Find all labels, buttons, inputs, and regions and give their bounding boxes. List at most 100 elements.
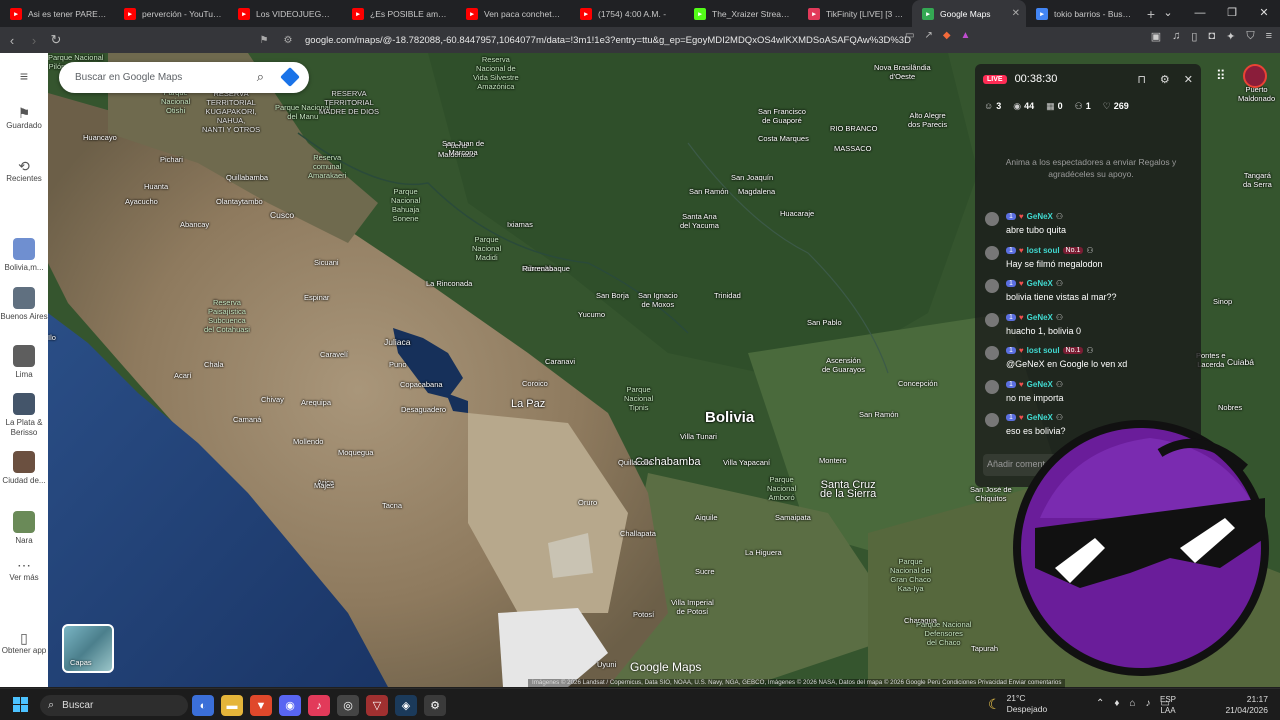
map-label[interactable]: Pichari bbox=[160, 155, 183, 164]
recent-place[interactable]: Ciudad de... bbox=[0, 451, 48, 486]
map-label[interactable]: La Paz bbox=[511, 399, 545, 410]
map-label[interactable]: Chivay bbox=[261, 395, 284, 404]
map-label[interactable]: Yucumo bbox=[578, 310, 605, 319]
map-label[interactable]: Abancay bbox=[180, 220, 209, 229]
map-label[interactable]: Rurrenabaque bbox=[522, 264, 570, 273]
map-label[interactable]: Reserva Nacional de Vida Silvestre Amazónic… bbox=[473, 55, 519, 91]
map-label[interactable]: La Rinconada bbox=[426, 279, 472, 288]
map-label[interactable]: Huacaraje bbox=[780, 209, 814, 218]
map-label[interactable]: Juliaca bbox=[384, 338, 410, 347]
map-label[interactable]: Majes bbox=[314, 481, 334, 490]
map-label[interactable]: San Pablo bbox=[807, 318, 842, 327]
map-label[interactable]: Costa Marques bbox=[758, 134, 809, 143]
map-label[interactable]: Quillacollo bbox=[618, 458, 653, 467]
google-apps-icon[interactable]: ⠿ bbox=[1216, 68, 1226, 84]
user-avatar[interactable] bbox=[985, 212, 999, 226]
map-label[interactable]: RESERVA TERRITORIAL MADRE DE DIOS bbox=[319, 89, 379, 116]
map-label[interactable]: Parque Nacional Tipnis bbox=[624, 385, 653, 412]
moderator-icon[interactable]: ⚇ bbox=[1056, 380, 1063, 389]
chat-username[interactable]: GeNeX bbox=[1027, 313, 1053, 322]
reload-icon[interactable]: ↻ bbox=[46, 32, 66, 48]
screenshot-icon[interactable]: ▣ bbox=[1151, 30, 1161, 43]
map-label[interactable]: Montero bbox=[819, 456, 847, 465]
microphone-icon[interactable]: ♦ bbox=[1114, 698, 1119, 709]
map-label[interactable]: Reserva Paisajística Subcuenca del Cotahuas… bbox=[204, 298, 250, 334]
map-label[interactable]: Aiquile bbox=[695, 513, 718, 522]
recent-place[interactable]: Nara bbox=[0, 511, 48, 546]
wallet-icon[interactable]: ◘ bbox=[1208, 30, 1215, 43]
search-icon[interactable]: ⌕ bbox=[257, 69, 264, 85]
moderator-icon[interactable]: ⚇ bbox=[1056, 212, 1063, 221]
brave-shields-icon[interactable]: ◆ bbox=[943, 30, 951, 41]
close-icon[interactable]: ✕ bbox=[1184, 73, 1193, 86]
recent-place[interactable]: La Plata & Berisso bbox=[0, 393, 48, 438]
user-avatar[interactable] bbox=[985, 279, 999, 293]
map-label[interactable]: Ayacucho bbox=[125, 197, 158, 206]
file-explorer-icon[interactable]: ▬ bbox=[221, 695, 243, 716]
map-label[interactable]: San Francisco de Guaporé bbox=[758, 107, 806, 125]
moderator-icon[interactable]: ⚇ bbox=[1056, 313, 1063, 322]
browser-tab[interactable]: ▸ ¿Es POSIBLE amar en la bbox=[342, 0, 456, 27]
map-label[interactable]: RIO BRANCO bbox=[830, 124, 878, 133]
lock-icon[interactable]: ⊓ bbox=[1137, 73, 1146, 86]
user-avatar[interactable] bbox=[985, 379, 999, 394]
vpn-icon[interactable]: ▽ bbox=[366, 695, 388, 716]
menu-icon[interactable]: ≡ bbox=[1266, 30, 1272, 43]
map-attribution[interactable]: Imágenes © 2026 Landsat / Copernicus, Da… bbox=[528, 679, 1066, 688]
windows-start-icon[interactable] bbox=[13, 697, 28, 712]
gear-icon[interactable]: ⚙ bbox=[1160, 73, 1170, 86]
copilot-icon[interactable]: ◐ bbox=[192, 695, 214, 716]
account-avatar[interactable] bbox=[1243, 64, 1267, 88]
moderator-icon[interactable]: ⚇ bbox=[1086, 346, 1093, 355]
obs-icon[interactable]: ◎ bbox=[337, 695, 359, 716]
get-app-button[interactable]: ▯ Obtener app bbox=[0, 631, 48, 656]
map-label[interactable]: San Ramón bbox=[859, 410, 899, 419]
map-label[interactable]: Desaguadero bbox=[401, 405, 446, 414]
map-label[interactable]: Parque Nacional Amboró bbox=[767, 475, 796, 502]
chat-username[interactable]: GeNeX bbox=[1027, 212, 1053, 221]
map-label[interactable]: Parque Nacional Defensores del Chaco bbox=[916, 620, 971, 647]
map-label[interactable]: Moquegua bbox=[338, 448, 373, 457]
browser-tab[interactable]: ▸ perverción - YouTube bbox=[114, 0, 228, 27]
close-window-button[interactable]: ✕ bbox=[1248, 0, 1280, 27]
clock[interactable]: 21:17 21/04/2026 bbox=[1212, 694, 1268, 716]
weather-widget[interactable]: ☾ 21°C Despejado bbox=[988, 693, 1047, 715]
recents-button[interactable]: ⟲ Recientes bbox=[0, 159, 48, 184]
chat-username[interactable]: lost soul bbox=[1027, 346, 1060, 355]
search-input[interactable]: Buscar en Google Maps bbox=[75, 72, 182, 83]
map-label[interactable]: Chala bbox=[204, 360, 224, 369]
recent-place[interactable]: Bolivia,m... bbox=[0, 238, 48, 273]
minimize-button[interactable]: — bbox=[1184, 0, 1216, 27]
share-icon[interactable]: ↗ bbox=[924, 30, 932, 41]
map-label[interactable]: Oruro bbox=[578, 498, 597, 507]
map-label[interactable]: Puno bbox=[389, 360, 407, 369]
tab-search-icon[interactable]: ⌄ bbox=[1152, 0, 1184, 27]
map-label[interactable]: MASSACO bbox=[834, 144, 872, 153]
map-label[interactable]: Ascensión de Guarayos bbox=[822, 356, 865, 374]
map-label[interactable]: Quillabamba bbox=[226, 173, 268, 182]
url-text[interactable]: google.com/maps/@-18.782088,-60.8447957,… bbox=[305, 35, 911, 46]
map-label[interactable]: Camaná bbox=[233, 415, 261, 424]
vpn-icon[interactable]: ⛉ bbox=[1246, 30, 1254, 43]
language-indicator[interactable]: ESP LAA bbox=[1160, 694, 1176, 716]
steam-icon[interactable]: ◈ bbox=[395, 695, 417, 716]
map-label[interactable]: Caranavi bbox=[545, 357, 575, 366]
map-label[interactable]: Villa Yapacaní bbox=[723, 458, 770, 467]
browser-tab[interactable]: ▸ Google Maps ✕ bbox=[912, 0, 1026, 27]
map-label[interactable]: Tapurah bbox=[971, 644, 998, 653]
directions-icon[interactable] bbox=[280, 67, 300, 87]
map-label[interactable]: Parque Nacional Madidi bbox=[472, 235, 501, 262]
map-label[interactable]: San Ignacio de Moxos bbox=[638, 291, 678, 309]
volume-icon[interactable]: ♪ bbox=[1146, 698, 1151, 709]
user-avatar[interactable] bbox=[985, 413, 999, 427]
browser-tab[interactable]: ▸ Ven paca conchetumar bbox=[456, 0, 570, 27]
map-label[interactable]: San Borja bbox=[596, 291, 629, 300]
saved-button[interactable]: ⚑ Guardado bbox=[0, 106, 48, 131]
discord-icon[interactable]: ◉ bbox=[279, 695, 301, 716]
map-label[interactable]: Coroico bbox=[522, 379, 548, 388]
more-button[interactable]: ⋯ Ver más bbox=[0, 558, 48, 583]
settings-icon[interactable]: ⚙ bbox=[424, 695, 446, 716]
map-label[interactable]: Parque Nacional Bahuaja Sonene bbox=[391, 187, 420, 223]
map-label[interactable]: Samaipata bbox=[775, 513, 811, 522]
map-label[interactable]: Cusco bbox=[270, 211, 294, 220]
